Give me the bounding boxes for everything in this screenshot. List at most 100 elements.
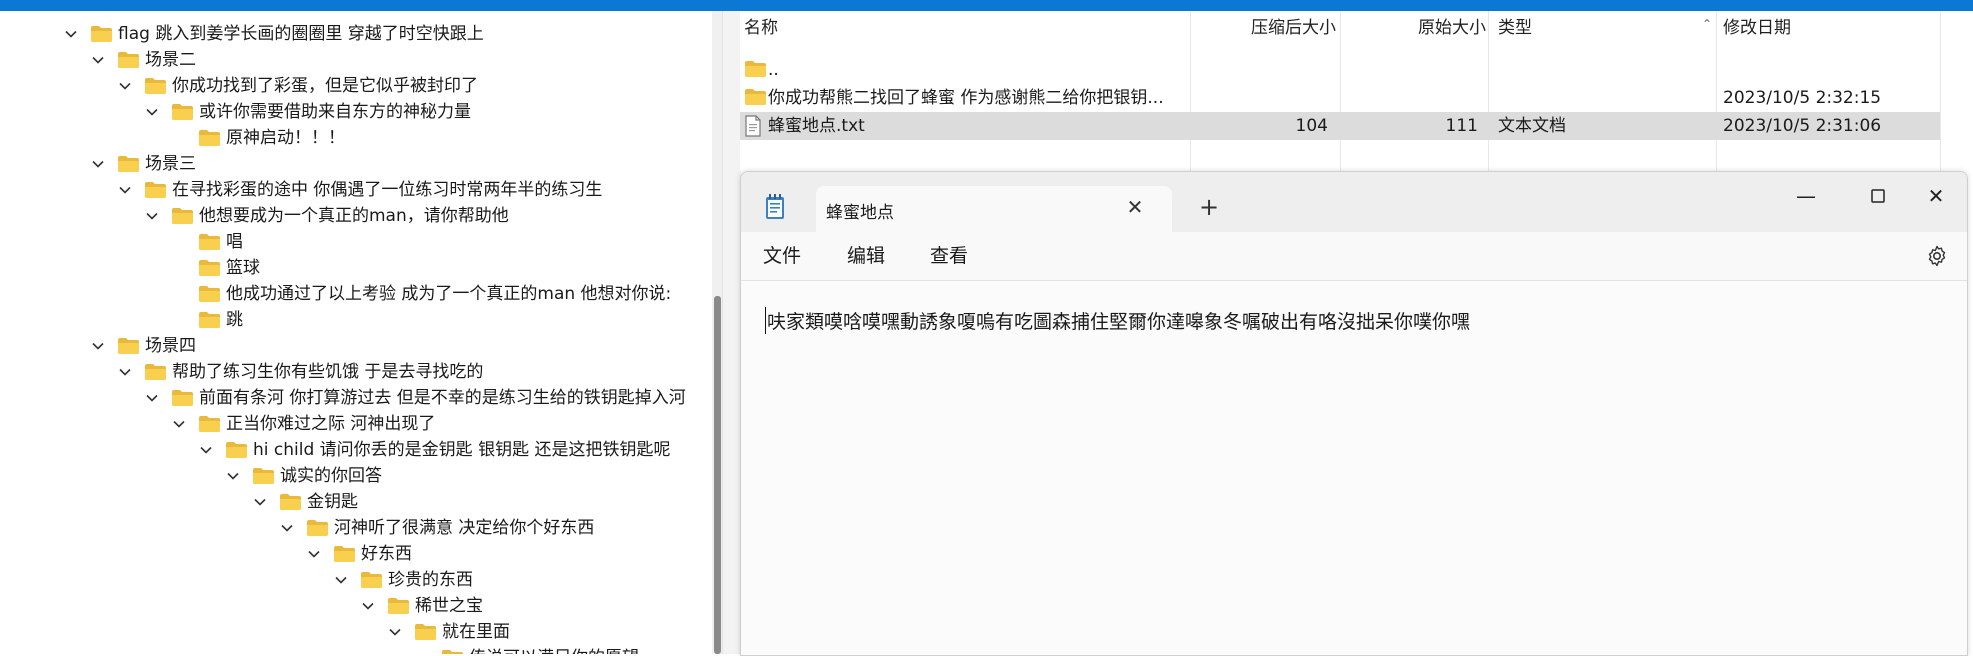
tree-folder-label: 正当你难过之际 河神出现了: [226, 414, 436, 434]
chevron-down-icon[interactable]: [145, 391, 159, 405]
folder-icon: [252, 467, 275, 485]
chevron-down-icon[interactable]: [226, 469, 240, 483]
tree-folder-label: 河神听了很满意 决定给你个好东西: [334, 518, 595, 538]
tree-folder-item[interactable]: 珍贵的东西: [334, 567, 473, 593]
folder-tree[interactable]: flag 跳入到姜学长画的圈圈里 穿越了时空快跟上场景二你成功找到了彩蛋，但是它…: [0, 11, 712, 654]
tree-folder-item[interactable]: 诚实的你回答: [226, 463, 382, 489]
file-list-row[interactable]: ..: [740, 56, 1940, 84]
chevron-down-icon[interactable]: [388, 625, 402, 639]
pane-divider[interactable]: [722, 11, 741, 654]
tree-folder-label: 帮助了练习生你有些饥饿 于是去寻找吃的: [172, 362, 484, 382]
tree-folder-item[interactable]: 稀世之宝: [361, 593, 483, 619]
tree-scrollbar-thumb[interactable]: [714, 296, 721, 654]
tree-folder-label: 场景四: [145, 336, 196, 356]
new-tab-icon[interactable]: +: [1196, 194, 1222, 220]
settings-gear-icon[interactable]: [1925, 244, 1949, 268]
tree-folder-item[interactable]: flag 跳入到姜学长画的圈圈里 穿越了时空快跟上: [64, 21, 484, 47]
menu-view[interactable]: 查看: [930, 242, 968, 270]
minimize-icon[interactable]: —: [1781, 176, 1831, 216]
tree-folder-label: 就在里面: [442, 622, 510, 642]
chevron-down-icon[interactable]: [91, 53, 105, 67]
folder-icon: [744, 87, 767, 115]
folder-icon: [144, 181, 167, 199]
folder-icon: [198, 129, 221, 147]
folder-icon: [144, 363, 167, 381]
tree-folder-item[interactable]: 河神听了很满意 决定给你个好东西: [280, 515, 594, 541]
close-window-icon[interactable]: ✕: [1911, 176, 1961, 216]
chevron-down-icon[interactable]: [118, 79, 132, 93]
tree-folder-item[interactable]: 正当你难过之际 河神出现了: [172, 411, 435, 437]
folder-icon: [306, 519, 329, 537]
column-header-type[interactable]: 类型: [1498, 11, 1532, 45]
column-header-original-size[interactable]: 原始大小: [1340, 11, 1486, 45]
tree-folder-label: hi child 请问你丢的是金钥匙 银钥匙 还是这把铁钥匙呢: [253, 440, 671, 460]
menu-file[interactable]: 文件: [763, 242, 801, 270]
tab-honey-location[interactable]: 蜂蜜地点 ✕: [816, 186, 1172, 232]
tree-folder-item[interactable]: 帮助了练习生你有些饥饿 于是去寻找吃的: [118, 359, 483, 385]
tree-folder-item[interactable]: 场景二: [91, 47, 196, 73]
chevron-down-icon[interactable]: [199, 443, 213, 457]
file-list-row[interactable]: 你成功帮熊二找回了蜂蜜 作为感谢熊二给你把银钥... 2023/10/5 2:32…: [740, 84, 1940, 112]
folder-icon: [198, 285, 221, 303]
tree-folder-item[interactable]: 篮球: [172, 255, 260, 281]
maximize-icon[interactable]: [1853, 176, 1903, 216]
sort-ascending-icon: ⌃: [1702, 17, 1713, 31]
tree-folder-label: 传说可以满足你的愿望: [469, 645, 639, 654]
chevron-down-icon[interactable]: [118, 365, 132, 379]
tree-folder-label: 稀世之宝: [415, 596, 483, 616]
tree-folder-item[interactable]: 原神启动！！！: [172, 125, 345, 151]
tree-folder-item[interactable]: 金钥匙: [253, 489, 358, 515]
chevron-down-icon[interactable]: [145, 105, 159, 119]
folder-icon: [144, 77, 167, 95]
tree-folder-item[interactable]: hi child 请问你丢的是金钥匙 银钥匙 还是这把铁钥匙呢: [199, 437, 670, 463]
folder-icon: [198, 311, 221, 329]
tree-folder-item[interactable]: 就在里面: [388, 619, 510, 645]
column-header-compressed-size[interactable]: 压缩后大小: [1190, 11, 1336, 45]
tree-folder-item[interactable]: 好东西: [307, 541, 412, 567]
tree-folder-item[interactable]: 场景四: [91, 333, 196, 359]
folder-icon: [441, 649, 464, 654]
chevron-down-icon[interactable]: [307, 547, 321, 561]
tree-folder-label: 他想要成为一个真正的man，请你帮助他: [199, 206, 509, 226]
folder-icon: [198, 415, 221, 433]
chevron-down-icon[interactable]: [334, 573, 348, 587]
tree-folder-item[interactable]: 或许你需要借助来自东方的神秘力量: [145, 99, 471, 125]
notepad-editor[interactable]: 呋家類嗼唅嗼嘿動誘象嗄嗚有吃圖森捕住堅爾你達嗥象冬嘱破出有咯沒拙呆你噗你嘿: [741, 281, 1967, 655]
chevron-down-icon[interactable]: [118, 183, 132, 197]
chevron-down-icon[interactable]: [172, 417, 186, 431]
file-type-cell: 文本文档: [1498, 116, 1566, 136]
menu-edit[interactable]: 编辑: [847, 242, 885, 270]
editor-text[interactable]: 呋家類嗼唅嗼嘿動誘象嗄嗚有吃圖森捕住堅爾你達嗥象冬嘱破出有咯沒拙呆你噗你嘿: [765, 307, 1470, 334]
tree-folder-item[interactable]: 跳: [172, 307, 243, 333]
tree-folder-item[interactable]: 在寻找彩蛋的途中 你偶遇了一位练习时常两年半的练习生: [118, 177, 602, 203]
notepad-titlebar[interactable]: 蜂蜜地点 ✕ + — ✕: [741, 172, 1967, 232]
tree-scrollbar[interactable]: [712, 11, 722, 654]
tree-folder-item[interactable]: 他想要成为一个真正的man，请你帮助他: [145, 203, 509, 229]
tree-folder-item[interactable]: 传说可以满足你的愿望: [415, 645, 639, 654]
chevron-down-icon[interactable]: [145, 209, 159, 223]
folder-icon: [171, 207, 194, 225]
tree-folder-label: 场景二: [145, 50, 196, 70]
chevron-down-icon[interactable]: [91, 339, 105, 353]
chevron-down-icon[interactable]: [280, 521, 294, 535]
chevron-down-icon[interactable]: [361, 599, 375, 613]
chevron-down-icon[interactable]: [64, 27, 78, 41]
modified-date-cell: 2023/10/5 2:31:06: [1723, 116, 1882, 136]
tree-folder-item[interactable]: 你成功找到了彩蛋，但是它似乎被封印了: [118, 73, 478, 99]
tree-folder-label: 唱: [226, 232, 243, 252]
tree-folder-item[interactable]: 唱: [172, 229, 243, 255]
tree-folder-item[interactable]: 他成功通过了以上考验 成为了一个真正的man 他想对你说:: [172, 281, 671, 307]
tree-folder-item[interactable]: 前面有条河 你打算游过去 但是不幸的是练习生给的铁钥匙掉入河: [145, 385, 686, 411]
folder-icon: [360, 571, 383, 589]
tree-folder-label: flag 跳入到姜学长画的圈圈里 穿越了时空快跟上: [118, 24, 484, 44]
file-list-row[interactable]: 蜂蜜地点.txt 104 111 文本文档 2023/10/5 2:31:06: [740, 112, 1940, 140]
tree-folder-item[interactable]: 场景三: [91, 151, 196, 177]
chevron-down-icon[interactable]: [91, 157, 105, 171]
column-separator[interactable]: [1940, 11, 1941, 171]
column-header-name[interactable]: 名称: [744, 11, 778, 45]
tree-folder-label: 诚实的你回答: [280, 466, 382, 486]
column-header-modified[interactable]: 修改日期: [1723, 11, 1791, 45]
folder-icon: [387, 597, 410, 615]
chevron-down-icon[interactable]: [253, 495, 267, 509]
tab-close-icon[interactable]: ✕: [1122, 194, 1148, 220]
